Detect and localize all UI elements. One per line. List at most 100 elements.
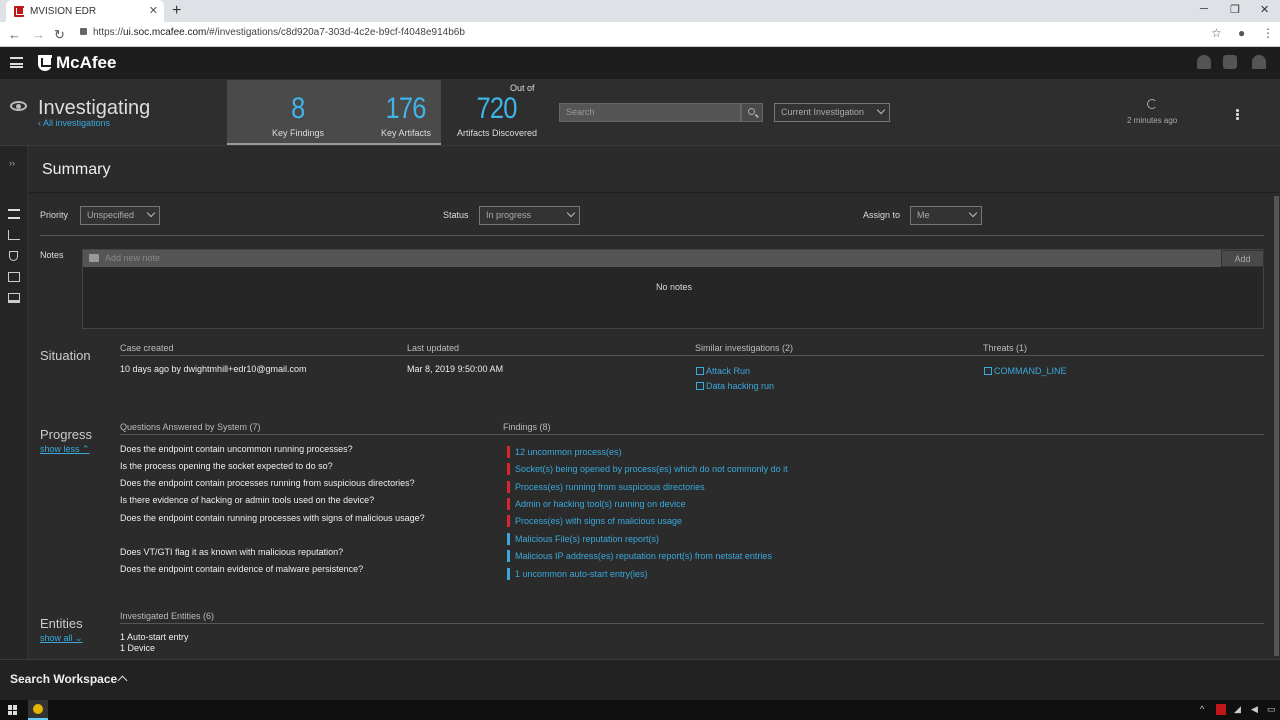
more-options-icon[interactable] (1236, 109, 1239, 120)
chevron-down-icon (146, 208, 156, 218)
restore-icon[interactable]: ❐ (1230, 3, 1240, 16)
threat-link[interactable]: COMMAND_LINE (984, 366, 1067, 376)
findings-label: Findings (8) (503, 422, 551, 432)
search-input[interactable]: Search (559, 103, 741, 122)
similar-investigation-label: Attack Run (706, 366, 751, 376)
notes-label: Notes (40, 250, 64, 260)
back-icon[interactable]: ← (8, 27, 21, 42)
add-note-button[interactable]: Add (1221, 250, 1264, 267)
mcafee-tray-icon[interactable] (1216, 704, 1226, 715)
graph-view-icon[interactable] (8, 230, 20, 240)
situation-title: Situation (40, 348, 91, 363)
vertical-scrollbar[interactable] (1274, 196, 1279, 656)
hamburger-menu-icon[interactable] (10, 57, 23, 68)
search-button[interactable] (741, 103, 763, 122)
new-tab-button[interactable]: + (172, 2, 181, 20)
finding-link[interactable]: Malicious IP address(es) reputation repo… (507, 550, 772, 562)
all-investigations-link[interactable]: ‹ All investigations (38, 118, 110, 128)
volume-tray-icon[interactable]: ◀ (1251, 704, 1258, 715)
divider (120, 434, 1264, 435)
threats-label: Threats (1) (983, 343, 1028, 353)
eye-icon (10, 101, 27, 111)
key-findings-metric[interactable]: 8 Key Findings (263, 92, 333, 138)
finding-label: Socket(s) being opened by process(es) wh… (515, 464, 788, 474)
external-link-icon (984, 367, 992, 375)
scope-select[interactable]: Current Investigation (774, 103, 890, 122)
finding-link[interactable]: Process(es) running from suspicious dire… (507, 481, 705, 493)
url-field[interactable]: https://ui.soc.mcafee.com/#/investigatio… (80, 27, 465, 38)
profile-icon[interactable]: ● (1238, 26, 1245, 40)
question-item: Is the process opening the socket expect… (120, 461, 333, 471)
list-view-icon[interactable] (8, 209, 20, 219)
page-title: Investigating (38, 97, 151, 119)
windows-start-icon[interactable] (8, 705, 18, 715)
key-findings-count: 8 (291, 92, 305, 125)
comment-icon (89, 254, 99, 262)
forward-icon[interactable]: → (32, 27, 45, 42)
grid-view-icon[interactable] (8, 272, 20, 282)
finding-link[interactable]: 12 uncommon process(es) (507, 446, 622, 458)
chevron-up-icon[interactable] (117, 675, 128, 686)
refresh-time: 2 minutes ago (1127, 116, 1178, 125)
assign-value: Me (917, 210, 930, 220)
divider (29, 192, 1280, 193)
status-select[interactable]: In progress (479, 206, 580, 225)
investigation-header: Investigating ‹ All investigations 8 Key… (0, 79, 1280, 146)
show-all-link[interactable]: show all ⌄ (40, 633, 83, 644)
artifacts-discovered-metric[interactable]: 720 Artifacts Discovered (452, 92, 542, 138)
severity-high-bar (507, 498, 510, 510)
similar-investigation-link[interactable]: Data hacking run (696, 381, 774, 391)
similar-investigations-label: Similar investigations (2) (695, 343, 794, 353)
user-icon[interactable] (1252, 55, 1266, 69)
similar-investigation-link[interactable]: Attack Run (696, 366, 750, 376)
show-less-label: show less (40, 444, 80, 454)
assign-select[interactable]: Me (910, 206, 982, 225)
notification-tray-icon[interactable]: ▭ (1267, 704, 1276, 715)
assign-label: Assign to (863, 210, 901, 220)
finding-link[interactable]: Malicious File(s) reputation report(s) (507, 533, 659, 545)
network-tray-icon[interactable]: ◢ (1234, 704, 1241, 715)
question-item: Does the endpoint contain processes runn… (120, 478, 415, 488)
search-workspace-bar[interactable]: Search Workspace (0, 659, 1280, 700)
severity-info-bar (507, 568, 510, 580)
entity-item: 1 Device (120, 643, 156, 653)
finding-link[interactable]: Admin or hacking tool(s) running on devi… (507, 498, 686, 510)
address-bar: ← → ↻ https://ui.soc.mcafee.com/#/invest… (0, 22, 1280, 47)
mcafee-shield-icon (38, 55, 53, 71)
chevron-down-icon (876, 105, 886, 115)
show-less-link[interactable]: show less ⌃ (40, 444, 90, 455)
finding-link[interactable]: Process(es) with signs of malicious usag… (507, 515, 682, 527)
scrollbar-thumb[interactable] (1274, 196, 1279, 656)
messages-icon[interactable] (1223, 55, 1237, 69)
finding-link[interactable]: 1 uncommon auto-start entry(ies) (507, 568, 648, 580)
question-item: Does the endpoint contain running proces… (120, 513, 425, 523)
add-note-input[interactable]: Add new note (83, 250, 1221, 267)
notifications-bell-icon[interactable] (1197, 55, 1211, 69)
last-updated-value: Mar 8, 2019 9:50:00 AM (407, 364, 504, 374)
priority-select[interactable]: Unspecified (80, 206, 160, 225)
close-window-icon[interactable]: ✕ (1260, 3, 1269, 16)
chevron-down-icon (968, 208, 978, 218)
reload-icon[interactable]: ↻ (54, 27, 65, 43)
browser-tab[interactable]: MVISION EDR ✕ (6, 0, 164, 22)
chrome-taskbar-icon[interactable] (28, 700, 48, 720)
refresh-icon[interactable] (1147, 99, 1157, 109)
shield-view-icon[interactable] (9, 251, 18, 261)
severity-high-bar (507, 481, 510, 493)
finding-label: 1 uncommon auto-start entry(ies) (515, 569, 648, 579)
status-label: Status (443, 210, 469, 220)
expand-rail-icon[interactable]: ›› (9, 158, 15, 168)
finding-link[interactable]: Socket(s) being opened by process(es) wh… (507, 463, 788, 475)
tray-chevron-icon[interactable]: ^ (1200, 704, 1204, 714)
case-created-label: Case created (120, 343, 174, 353)
key-artifacts-metric[interactable]: 176 Key Artifacts (371, 92, 441, 138)
no-notes-message: No notes (655, 282, 693, 292)
tab-close-icon[interactable]: ✕ (149, 4, 158, 17)
device-view-icon[interactable] (8, 293, 20, 303)
divider (120, 355, 1264, 356)
notes-panel: Add new note Add No notes (82, 249, 1264, 329)
minimize-icon[interactable]: ─ (1200, 3, 1208, 15)
browser-menu-icon[interactable]: ⋮ (1262, 26, 1274, 40)
finding-label: Malicious File(s) reputation report(s) (515, 534, 660, 544)
bookmark-star-icon[interactable]: ☆ (1211, 26, 1222, 40)
